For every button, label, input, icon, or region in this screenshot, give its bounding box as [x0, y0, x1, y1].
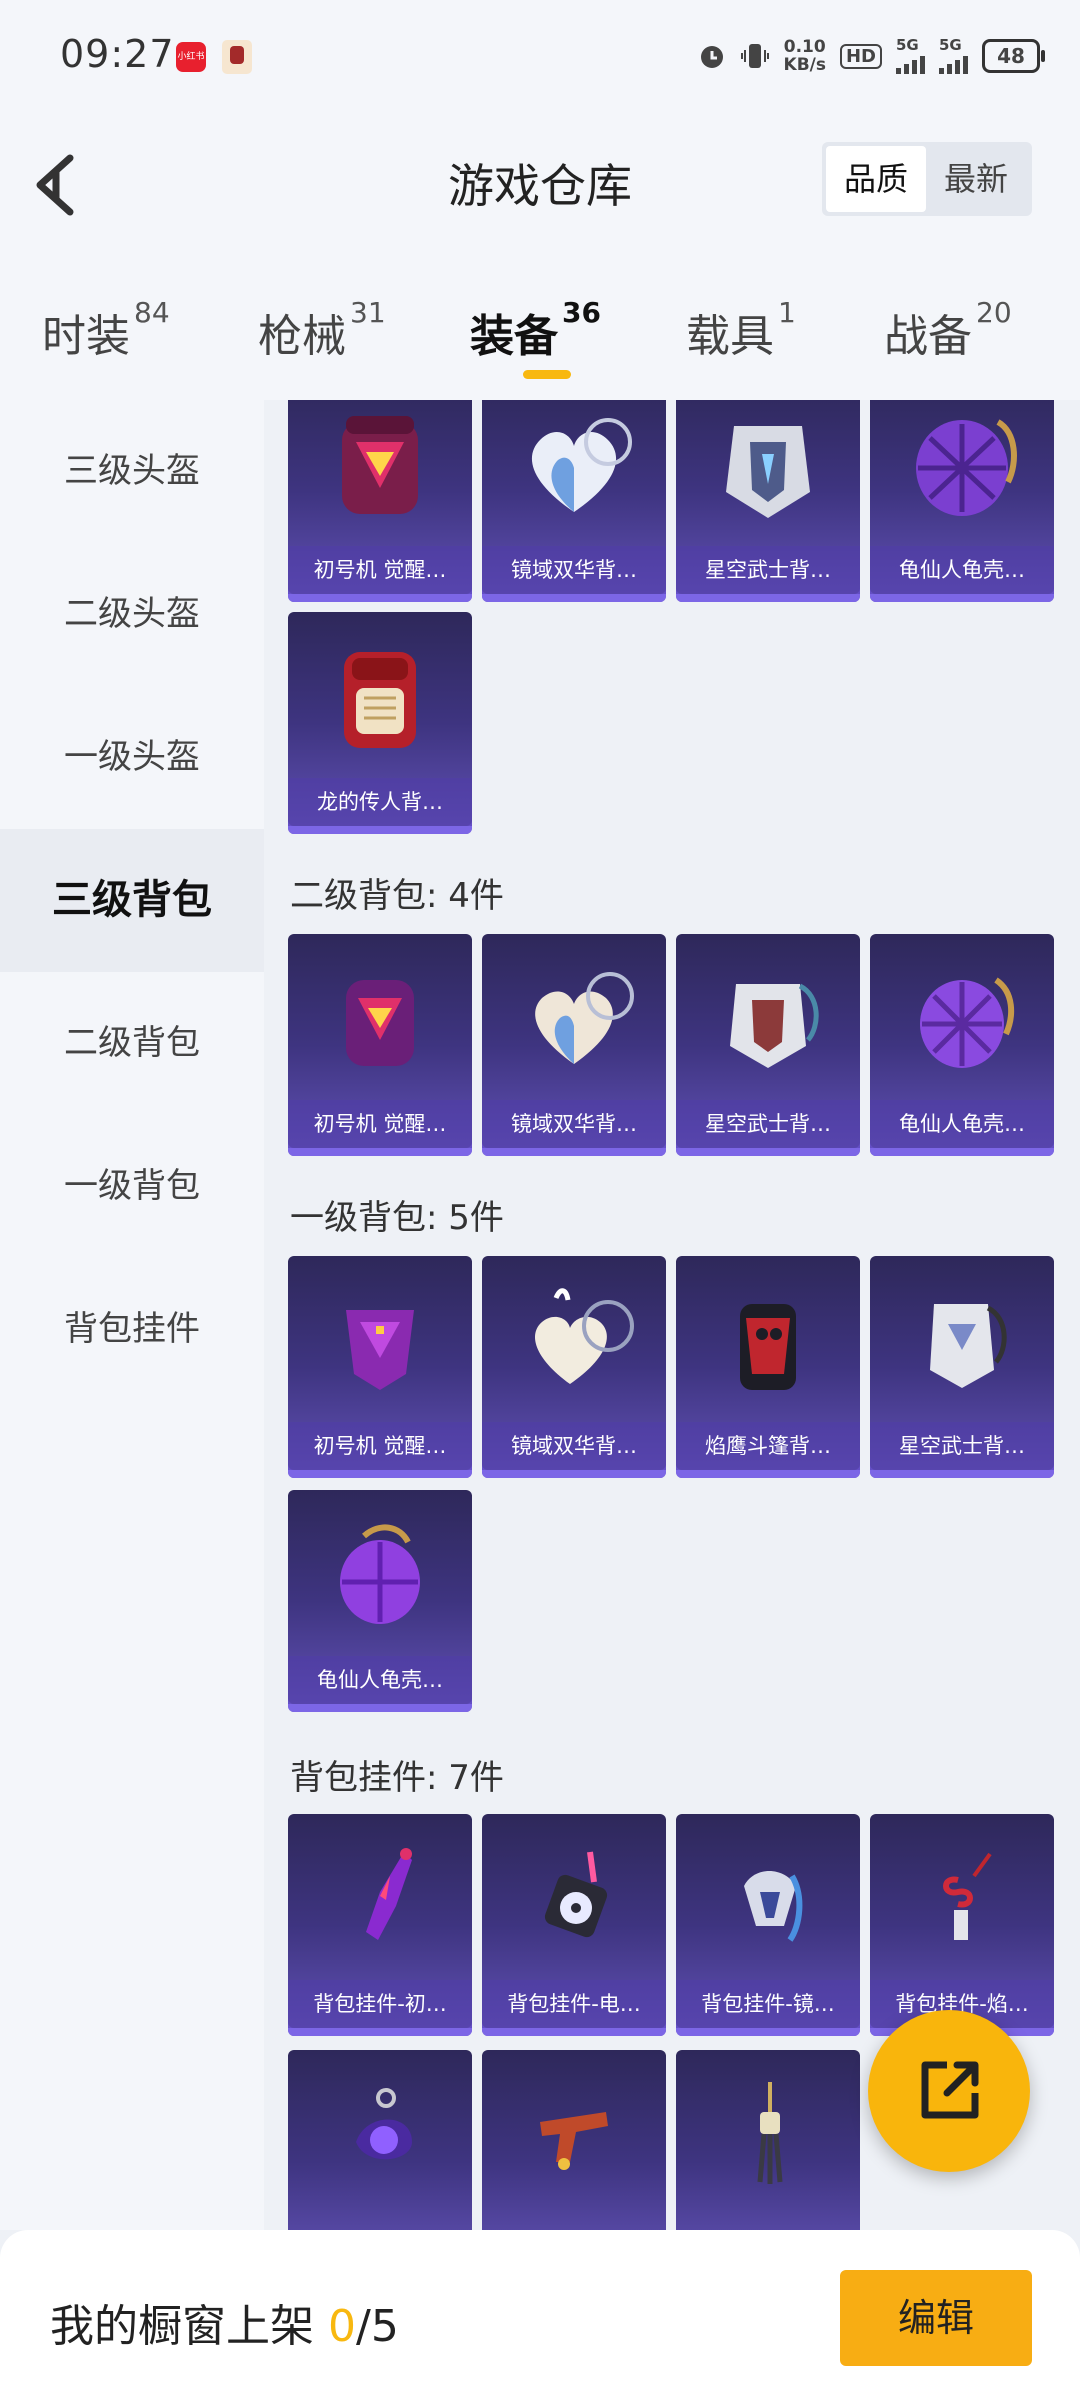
heart-backpack-icon [535, 1288, 634, 1384]
dragon-backpack-icon [344, 652, 416, 748]
eagle-cape-backpack-icon [740, 1304, 796, 1390]
sidebar-item-backpack-2[interactable]: 二级背包 [0, 972, 264, 1115]
tab-vehicles[interactable]: 载具 1 [686, 296, 796, 364]
sort-newest-button[interactable]: 最新 [926, 146, 1026, 212]
showcase-total: /5 [356, 2301, 399, 2352]
sidebar-item-backpack-1[interactable]: 一级背包 [0, 1115, 264, 1258]
item-card[interactable]: 背包挂件-镜… [676, 1814, 860, 2036]
backpack-icon [342, 416, 418, 514]
vibrate-icon [740, 44, 769, 68]
tab-supplies[interactable]: 战备 20 [884, 296, 1012, 364]
armor-backpack-icon [730, 983, 819, 1068]
item-card[interactable]: 镜域双华背… [482, 400, 666, 602]
item-card[interactable]: 镜域双华背… [482, 1256, 666, 1478]
signal-2-icon: 5G [939, 38, 968, 74]
sidebar-item-backpack-charm[interactable]: 背包挂件 [0, 1258, 264, 1401]
turtle-shell-icon [916, 419, 1017, 516]
item-card[interactable]: 背包挂件-初… [288, 1814, 472, 2036]
edit-button[interactable]: 编辑 [840, 2270, 1032, 2366]
item-card[interactable]: 初号机 觉醒… [288, 1256, 472, 1478]
item-card[interactable] [676, 2050, 860, 2230]
hd-icon: HD [839, 43, 882, 69]
showcase-current-count: 0 [328, 2301, 356, 2352]
tab-guns[interactable]: 枪械 31 [258, 296, 386, 364]
charm-tassel-icon [757, 2082, 783, 2184]
item-card[interactable]: 星空武士背… [870, 1256, 1054, 1478]
item-card[interactable]: 初号机 觉醒… [288, 934, 472, 1156]
item-card[interactable]: 镜域双华背… [482, 934, 666, 1156]
share-button[interactable] [868, 2010, 1030, 2172]
status-icons: 0.10 KB/s HD 5G 5G 48 [698, 34, 1045, 78]
section-title-backpack-charm: 背包挂件: 7件 [290, 1758, 504, 1798]
signal-1-icon: 5G [896, 38, 925, 74]
charm-disc-icon [544, 1851, 608, 1938]
item-card[interactable]: 焰鹰斗篷背… [676, 1256, 860, 1478]
item-grid: 初号机 觉醒… 镜域双华背… 星空武士背… 龟仙人龟壳… 龙的传人背… 二级背包… [264, 400, 1080, 2230]
item-card[interactable]: 龙的传人背… [288, 612, 472, 834]
charm-gem-icon [356, 2088, 412, 2160]
showcase-bar: 我的橱窗上架 0/5 编辑 [0, 2230, 1080, 2400]
heart-backpack-icon [531, 418, 632, 512]
section-title-backpack-1: 一级背包: 5件 [290, 1198, 504, 1238]
charm-blade-icon [366, 1848, 412, 1940]
share-external-icon [921, 2061, 979, 2119]
tab-fashion[interactable]: 时装 84 [42, 296, 170, 364]
backpack-icon [346, 1310, 414, 1390]
item-card[interactable]: 龟仙人龟壳… [288, 1490, 472, 1712]
tab-equipment[interactable]: 装备 36 [470, 296, 601, 364]
item-card[interactable]: 星空武士背… [676, 934, 860, 1156]
item-card[interactable] [482, 2050, 666, 2230]
item-card[interactable]: 背包挂件-电… [482, 1814, 666, 2036]
sidebar: 三级头盔 二级头盔 一级头盔 三级背包 二级背包 一级背包 背包挂件 [0, 400, 264, 2230]
net-speed: 0.10 KB/s [783, 37, 826, 75]
item-card[interactable]: 龟仙人龟壳… [870, 934, 1054, 1156]
heart-backpack-icon [535, 972, 634, 1064]
active-tab-indicator [523, 370, 571, 379]
sidebar-item-backpack-3[interactable]: 三级背包 [0, 829, 264, 972]
game-app-icon [222, 40, 252, 74]
app-header: 游戏仓库 品质 最新 [0, 112, 1080, 252]
sort-quality-button[interactable]: 品质 [826, 146, 926, 212]
item-card[interactable]: 星空武士背… [676, 400, 860, 602]
armor-backpack-icon [930, 1304, 1007, 1388]
alarm-icon [700, 46, 723, 68]
item-card[interactable]: 背包挂件-焰… [870, 1814, 1054, 2036]
xiaohongshu-app-icon: 小红书 [176, 42, 206, 72]
turtle-shell-icon [920, 977, 1015, 1068]
battery-icon: 48 [982, 39, 1045, 73]
item-card[interactable]: 初号机 觉醒… [288, 400, 472, 602]
backpack-icon [346, 980, 414, 1066]
charm-pistol-icon [540, 2112, 608, 2170]
section-title-backpack-2: 二级背包: 4件 [290, 876, 504, 916]
item-card[interactable] [288, 2050, 472, 2230]
sidebar-item-helmet-2[interactable]: 二级头盔 [0, 543, 264, 686]
sidebar-item-helmet-1[interactable]: 一级头盔 [0, 686, 264, 829]
armor-backpack-icon [726, 426, 810, 518]
showcase-label: 我的橱窗上架 0/5 [50, 2301, 399, 2352]
charm-knot-icon [943, 1852, 992, 1940]
item-card[interactable]: 龟仙人龟壳… [870, 400, 1054, 602]
category-tabs: 时装 84 枪械 31 装备 36 载具 1 战备 20 [0, 252, 1080, 400]
turtle-shell-icon [340, 1524, 420, 1624]
sort-toggle: 品质 最新 [822, 142, 1032, 216]
charm-mirror-icon [744, 1871, 803, 1942]
sidebar-item-helmet-3[interactable]: 三级头盔 [0, 400, 264, 543]
status-bar: 09:27 小红书 0.10 KB/s HD 5G 5G 48 [0, 0, 1080, 112]
status-time: 09:27 [60, 32, 175, 76]
